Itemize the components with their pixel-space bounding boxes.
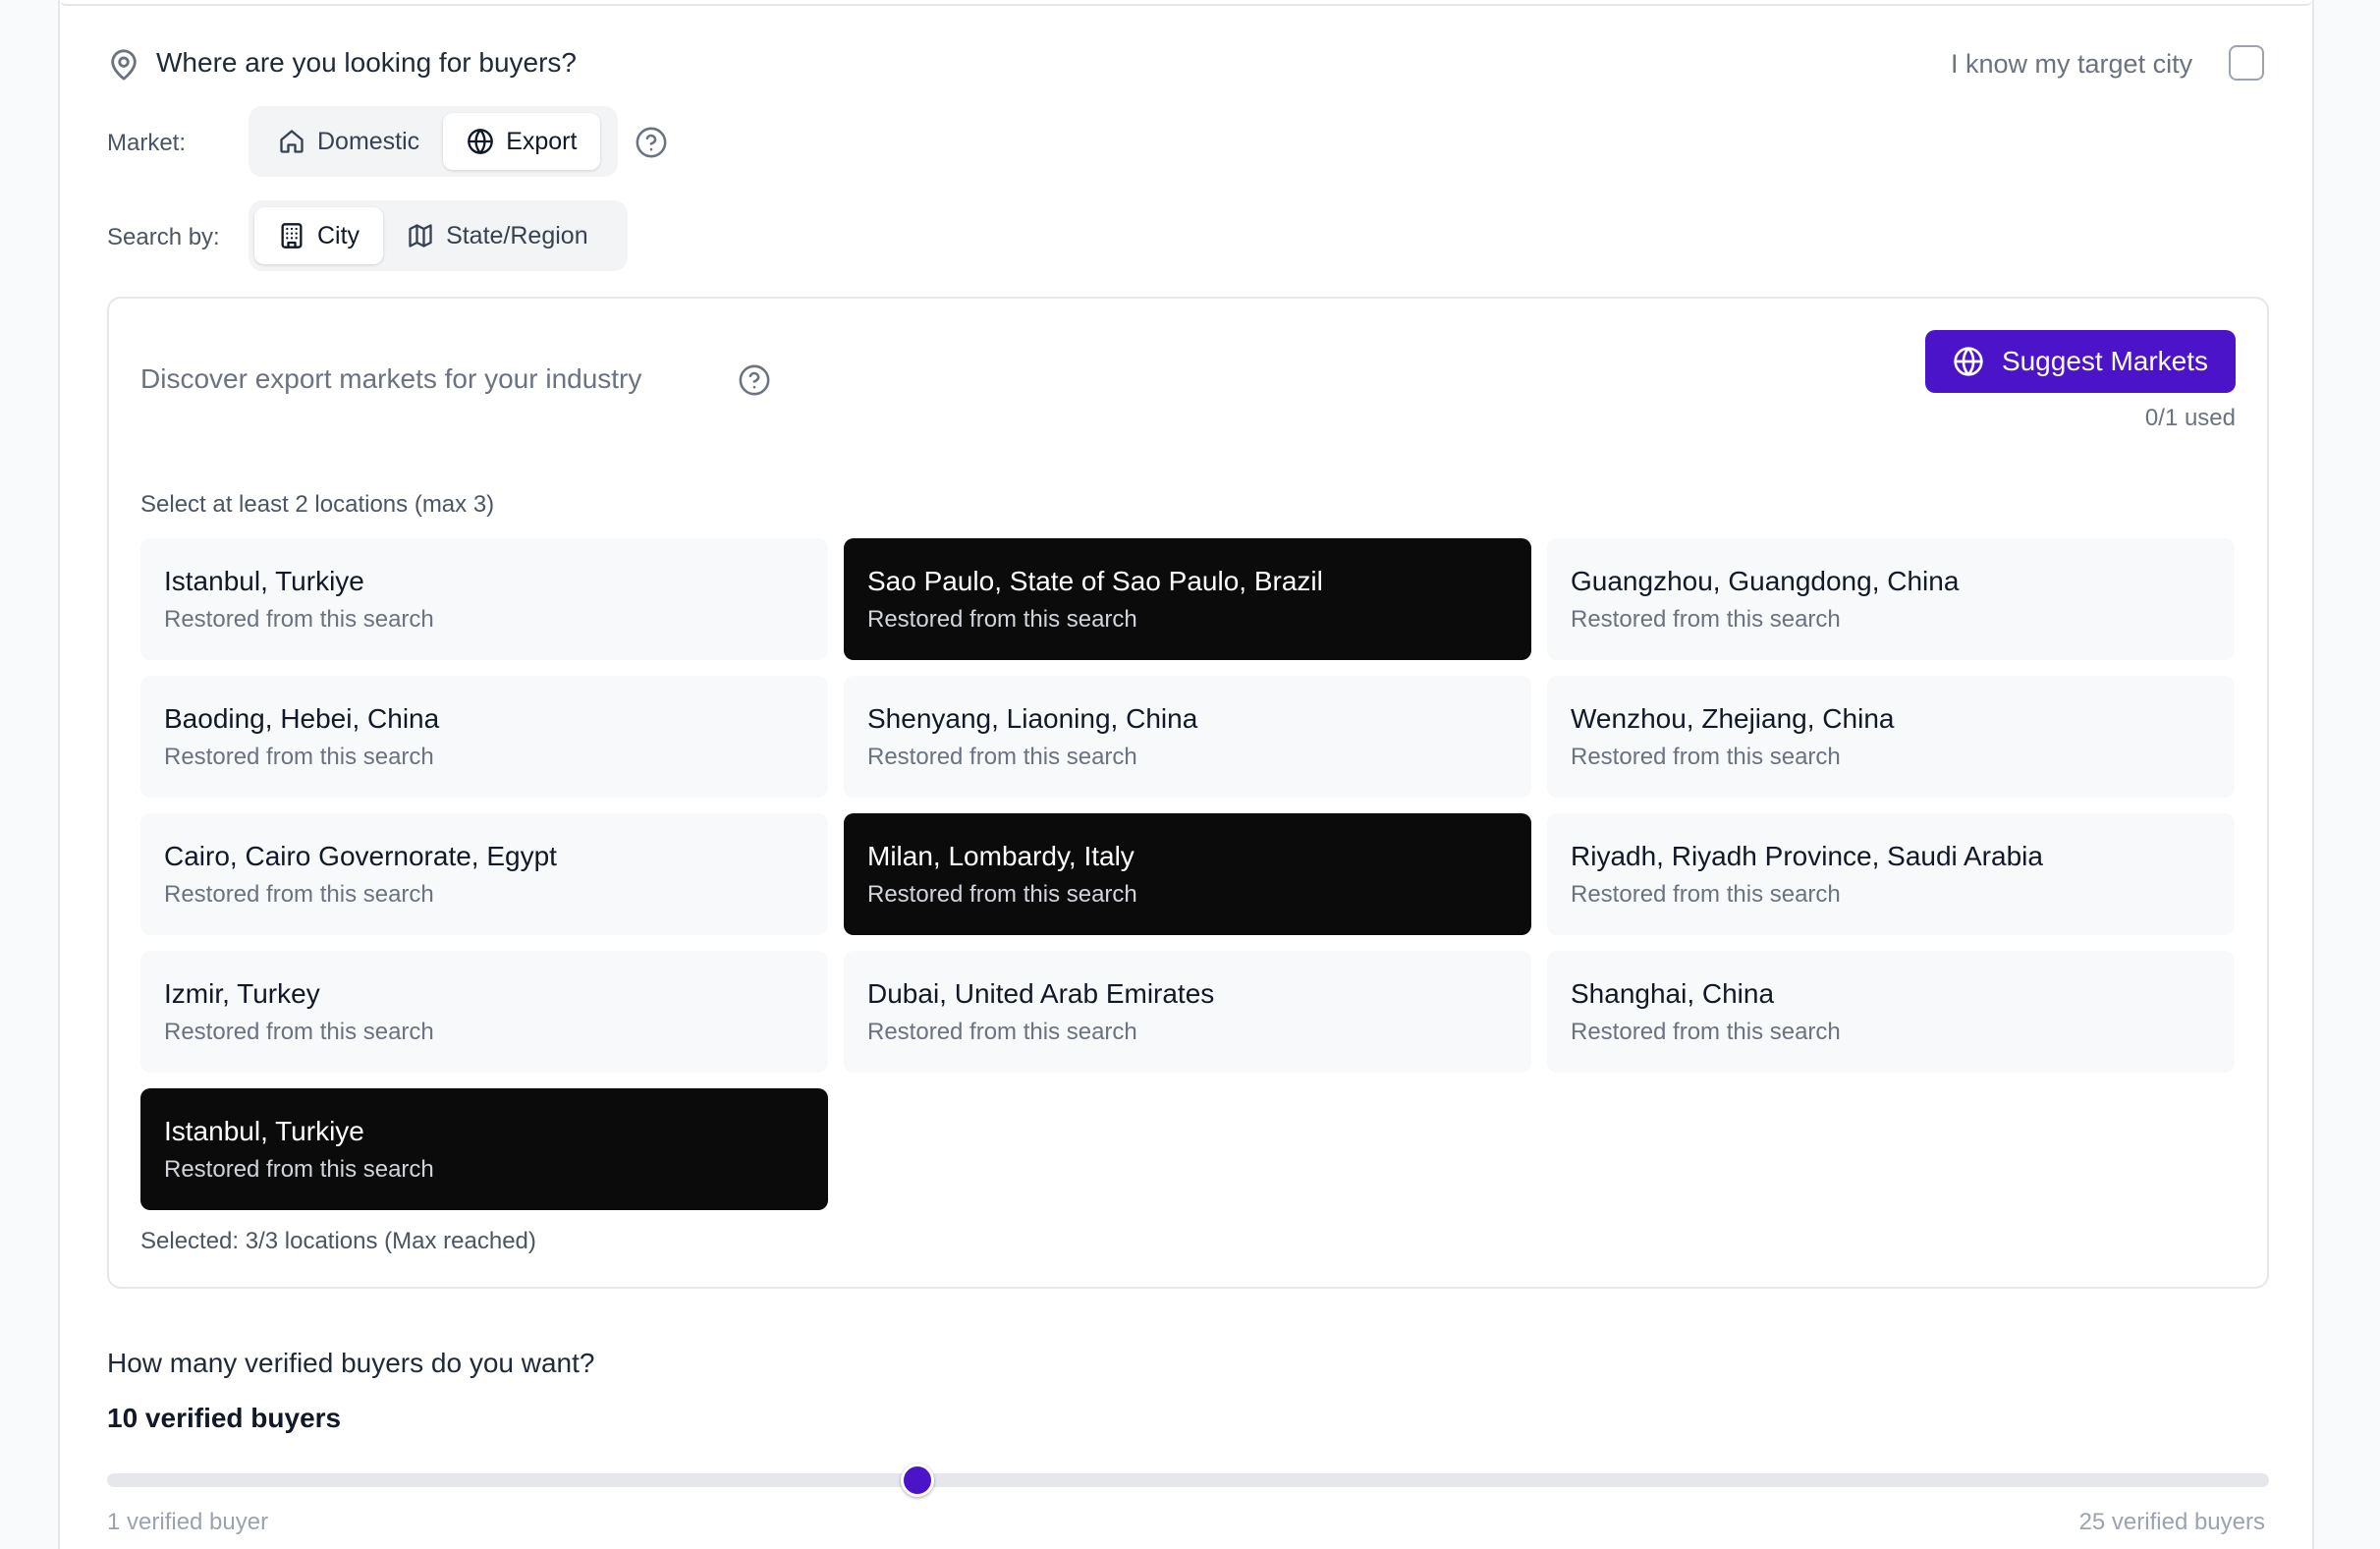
location-card[interactable]: Cairo, Cairo Governorate, Egypt Restored… xyxy=(140,813,828,935)
location-source: Restored from this search xyxy=(867,881,1137,908)
market-toggle: Domestic Export xyxy=(249,106,618,177)
discover-markets-panel: Discover export markets for your industr… xyxy=(107,297,2269,1289)
market-export-button[interactable]: Export xyxy=(443,113,601,170)
map-pin-icon xyxy=(111,49,137,81)
search-by-state-label: State/Region xyxy=(446,221,588,249)
globe-icon xyxy=(1954,347,1983,376)
location-source: Restored from this search xyxy=(1571,606,1841,633)
location-card[interactable]: Baoding, Hebei, China Restored from this… xyxy=(140,676,828,798)
market-domestic-label: Domestic xyxy=(317,127,420,155)
search-by-label: Search by: xyxy=(107,224,220,250)
location-name: Milan, Lombardy, Italy xyxy=(867,841,1135,871)
market-export-label: Export xyxy=(506,127,578,155)
buyers-question: How many verified buyers do you want? xyxy=(107,1348,595,1378)
location-name: Dubai, United Arab Emirates xyxy=(867,978,1215,1009)
location-instruction: Select at least 2 locations (max 3) xyxy=(140,491,495,518)
home-icon xyxy=(280,130,304,153)
location-source: Restored from this search xyxy=(164,1156,434,1183)
location-card[interactable]: Milan, Lombardy, Italy Restored from thi… xyxy=(844,813,1531,935)
location-source: Restored from this search xyxy=(1571,881,1841,908)
location-name: Istanbul, Turkiye xyxy=(164,1116,364,1146)
location-name: Riyadh, Riyadh Province, Saudi Arabia xyxy=(1571,841,2043,871)
suggest-markets-label: Suggest Markets xyxy=(2001,346,2209,376)
location-card[interactable]: Istanbul, Turkiye Restored from this sea… xyxy=(140,538,828,660)
market-help-icon[interactable] xyxy=(635,126,668,159)
building-icon xyxy=(281,223,303,249)
location-source: Restored from this search xyxy=(1571,1019,1841,1045)
location-card[interactable]: Shanghai, China Restored from this searc… xyxy=(1547,951,2235,1073)
buyers-value-label: 10 verified buyers xyxy=(107,1403,342,1433)
search-by-toggle: City State/Region xyxy=(249,200,628,271)
location-card[interactable]: Shenyang, Liaoning, China Restored from … xyxy=(844,676,1531,798)
location-card[interactable]: Dubai, United Arab Emirates Restored fro… xyxy=(844,951,1531,1073)
buyers-max-label: 25 verified buyers xyxy=(2078,1509,2265,1535)
know-city-label: I know my target city xyxy=(1951,49,2193,79)
location-card[interactable]: Riyadh, Riyadh Province, Saudi Arabia Re… xyxy=(1547,813,2235,935)
know-city-checkbox[interactable] xyxy=(2229,45,2264,81)
selected-summary: Selected: 3/3 locations (Max reached) xyxy=(140,1228,536,1254)
search-by-city-button[interactable]: City xyxy=(254,207,384,264)
location-source: Restored from this search xyxy=(164,881,434,908)
market-label: Market: xyxy=(107,130,187,156)
location-source: Restored from this search xyxy=(867,744,1137,770)
location-card[interactable]: Wenzhou, Zhejiang, China Restored from t… xyxy=(1547,676,2235,798)
suggest-usage-count: 0/1 used xyxy=(2144,405,2236,431)
search-by-city-label: City xyxy=(317,221,360,249)
location-card[interactable]: Izmir, Turkey Restored from this search xyxy=(140,951,828,1073)
location-name: Izmir, Turkey xyxy=(164,978,320,1009)
location-source: Restored from this search xyxy=(164,1019,434,1045)
location-name: Shenyang, Liaoning, China xyxy=(867,703,1198,734)
search-by-state-button[interactable]: State/Region xyxy=(383,207,612,264)
globe-icon xyxy=(468,129,494,154)
location-card[interactable]: Istanbul, Turkiye Restored from this sea… xyxy=(140,1088,828,1210)
discover-title: Discover export markets for your industr… xyxy=(140,363,642,394)
location-source: Restored from this search xyxy=(867,1019,1137,1045)
location-source: Restored from this search xyxy=(867,606,1137,633)
suggest-markets-button[interactable]: Suggest Markets xyxy=(1925,330,2236,393)
location-name: Wenzhou, Zhejiang, China xyxy=(1571,703,1895,734)
top-divider xyxy=(60,0,2312,6)
location-card[interactable]: Sao Paulo, State of Sao Paulo, Brazil Re… xyxy=(844,538,1531,660)
location-name: Shanghai, China xyxy=(1571,978,1775,1009)
discover-help-icon[interactable] xyxy=(738,363,771,397)
buyers-slider-thumb[interactable] xyxy=(901,1464,935,1497)
map-icon xyxy=(409,224,432,248)
location-name: Istanbul, Turkiye xyxy=(164,566,364,596)
buyers-min-label: 1 verified buyer xyxy=(107,1509,269,1535)
location-name: Guangzhou, Guangdong, China xyxy=(1571,566,1960,596)
location-card[interactable]: Guangzhou, Guangdong, China Restored fro… xyxy=(1547,538,2235,660)
where-question: Where are you looking for buyers? xyxy=(156,47,577,78)
location-name: Baoding, Hebei, China xyxy=(164,703,440,734)
market-domestic-button[interactable]: Domestic xyxy=(254,113,443,170)
location-source: Restored from this search xyxy=(164,744,434,770)
search-form-card: Where are you looking for buyers? I know… xyxy=(58,0,2314,1549)
buyers-slider[interactable] xyxy=(107,1464,2269,1497)
location-name: Cairo, Cairo Governorate, Egypt xyxy=(164,841,557,871)
location-name: Sao Paulo, State of Sao Paulo, Brazil xyxy=(867,566,1323,596)
location-source: Restored from this search xyxy=(1571,744,1841,770)
location-source: Restored from this search xyxy=(164,606,434,633)
